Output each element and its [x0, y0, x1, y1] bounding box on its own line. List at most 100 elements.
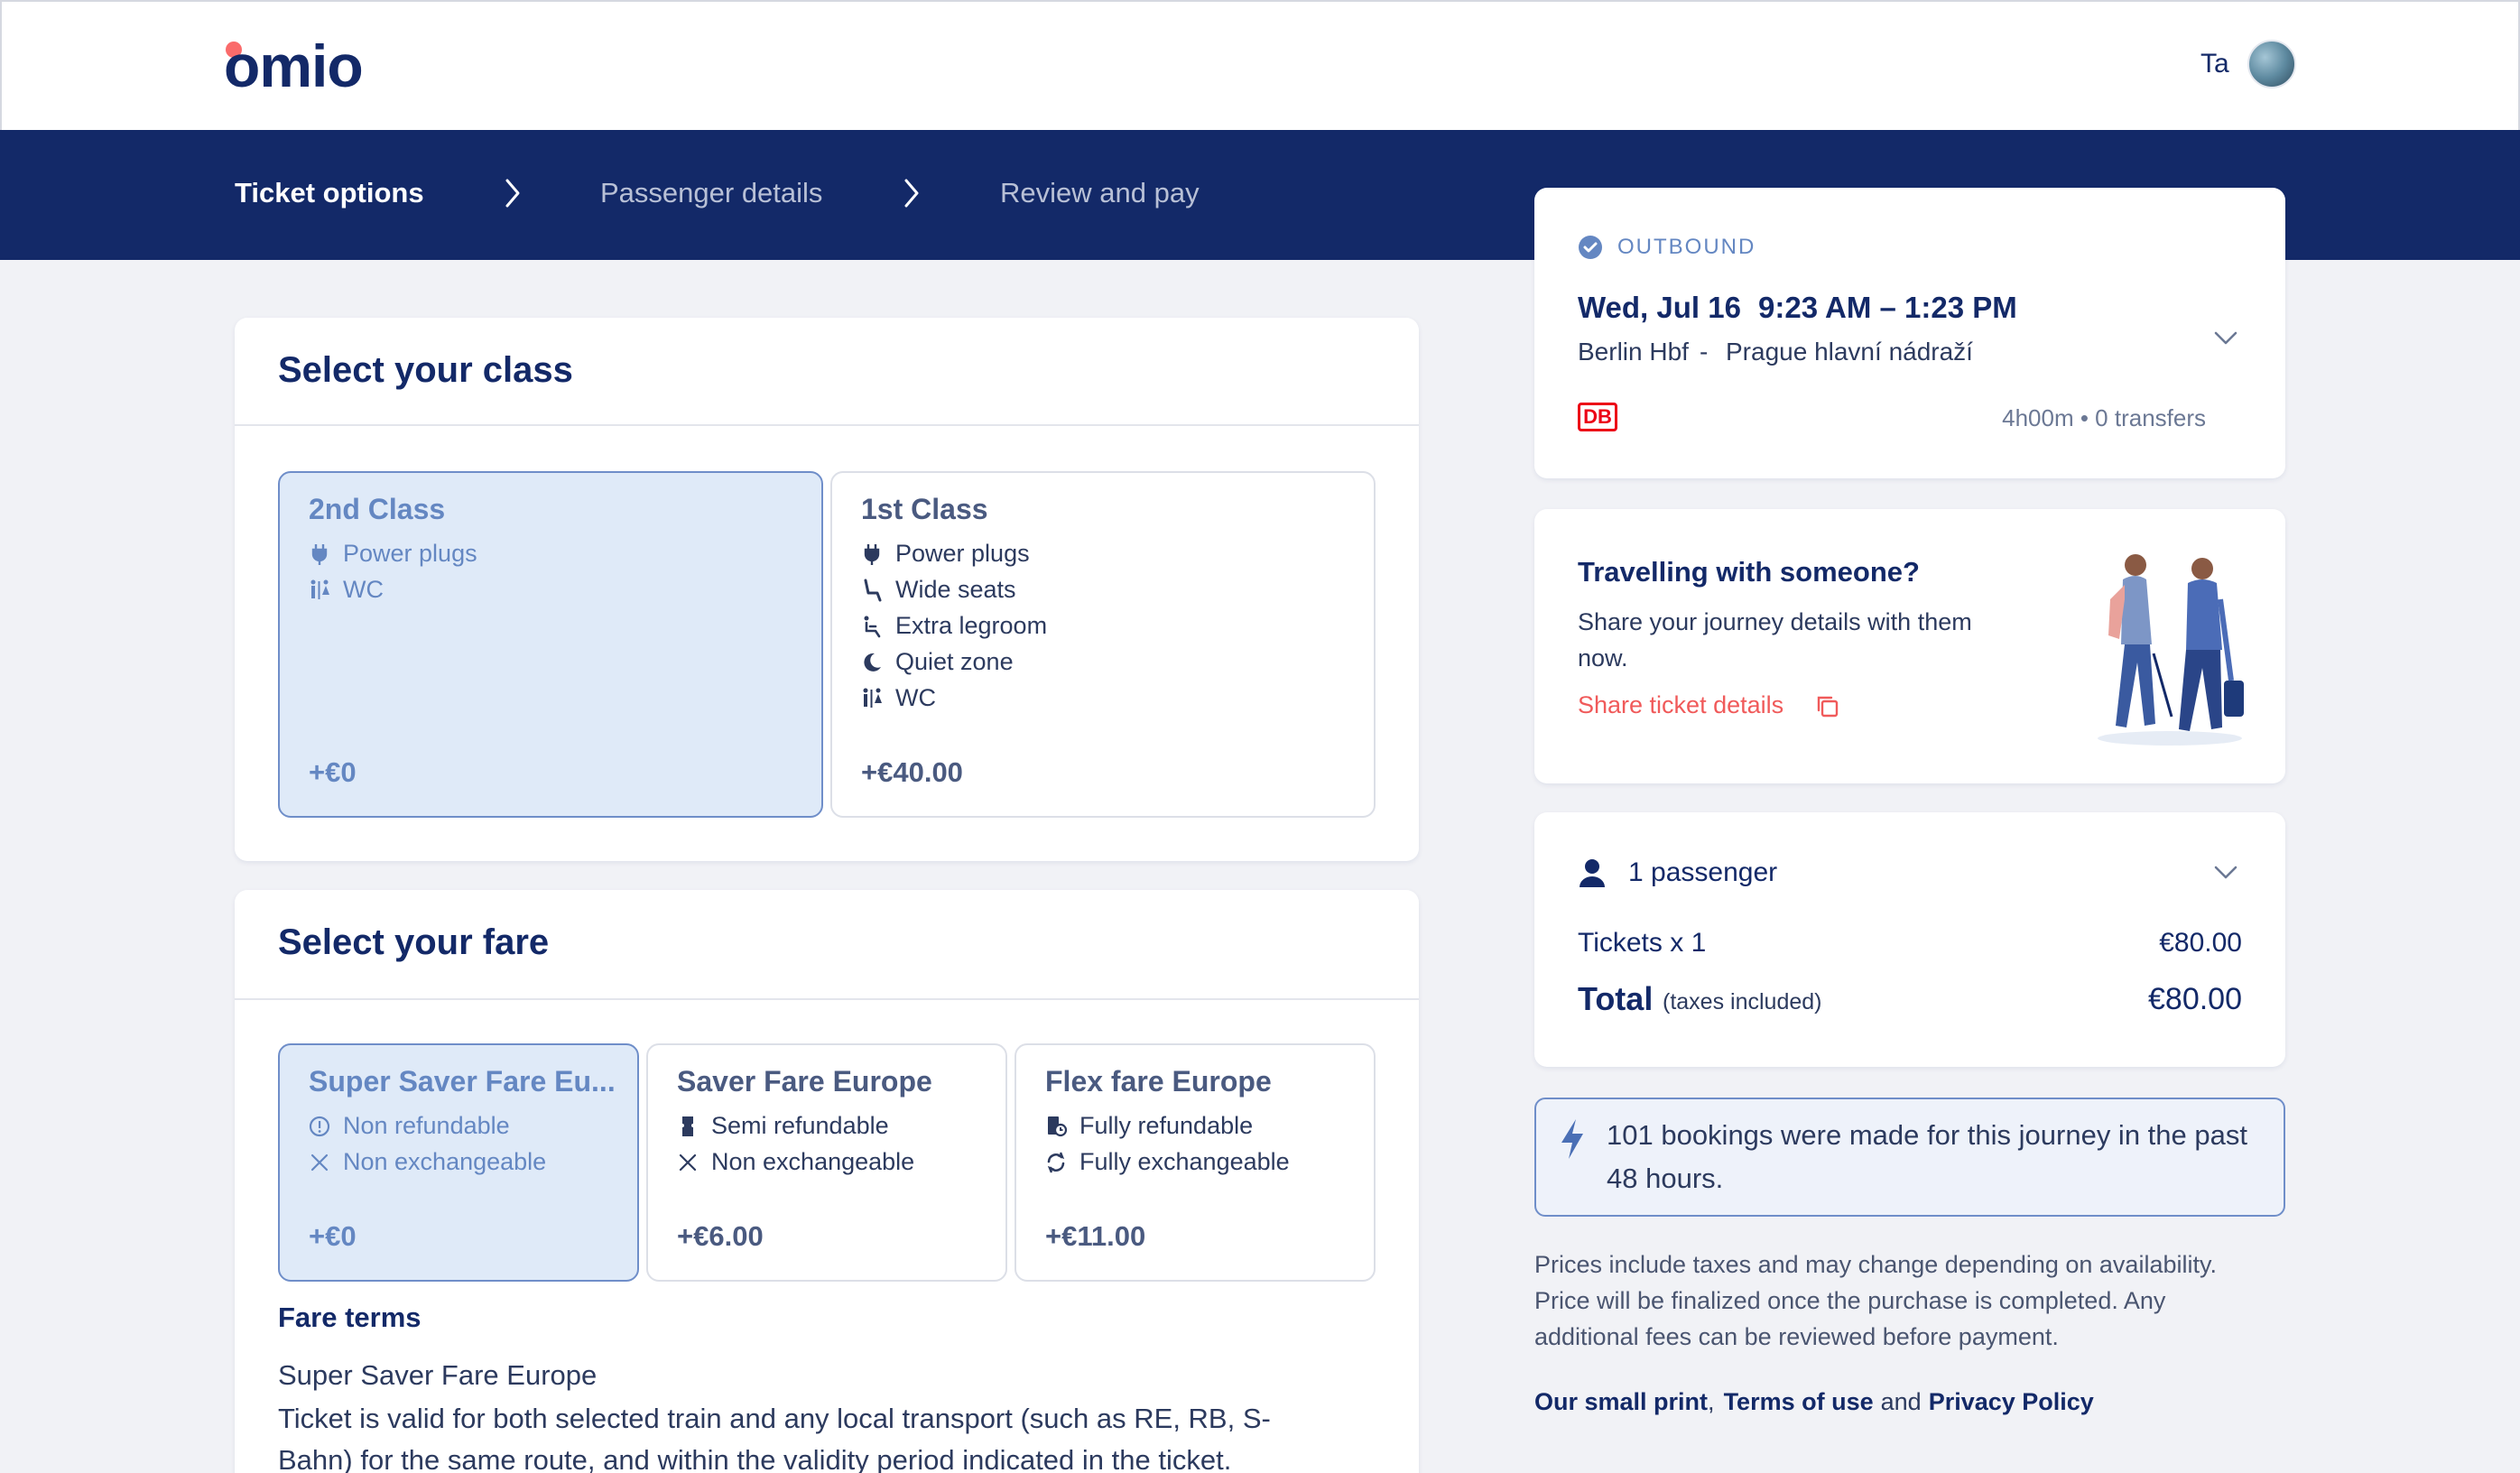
fare-price: +€6.00 [677, 1220, 764, 1252]
check-circle-icon [1579, 236, 1602, 259]
avatar[interactable] [2247, 40, 2296, 88]
feature-label: Quiet zone [895, 648, 1014, 675]
fare-price: +€0 [309, 1220, 357, 1252]
route-separator: - [1700, 338, 1709, 366]
refund-icon [1048, 1116, 1067, 1136]
seat-icon [864, 579, 882, 601]
total-note: (taxes included) [1663, 989, 1822, 1014]
fare-terms-text: Ticket is valid for both selected train … [278, 1403, 1271, 1434]
feature-label: Power plugs [343, 540, 477, 567]
tickets-value: €80.00 [2159, 928, 2242, 958]
terms-of-use-link[interactable]: Terms of use [1724, 1388, 1874, 1416]
class-price: +€40.00 [861, 756, 963, 788]
close-icon [679, 1153, 697, 1171]
price-disclaimer: additional fees can be reviewed before p… [1534, 1323, 2059, 1350]
journey-times: 9:23 AM – 1:23 PM [1758, 291, 2017, 324]
step-passenger-details[interactable]: Passenger details [600, 175, 822, 211]
fare-option-super-saver[interactable]: Super Saver Fare Eu... Non refundable No… [278, 1043, 639, 1282]
fare-section-title: Select your fare [278, 922, 550, 962]
step-review-and-pay[interactable]: Review and pay [1000, 175, 1200, 211]
feature-label: Non exchangeable [711, 1148, 915, 1175]
top-bar: omio Ta [0, 0, 2520, 130]
total-value: €80.00 [2148, 982, 2242, 1016]
share-text: now. [1578, 644, 1628, 672]
price-disclaimer: Prices include taxes and may change depe… [1534, 1251, 2217, 1278]
fare-option-saver[interactable]: Saver Fare Europe Semi refundable Non ex… [646, 1043, 1007, 1282]
feature-item: Non exchangeable [677, 1148, 914, 1176]
step-ticket-options[interactable]: Ticket options [235, 175, 424, 211]
feature-label: Semi refundable [711, 1112, 889, 1139]
passenger-count[interactable]: 1 passenger [1628, 857, 1777, 888]
fare-selection-card: Select your fare Super Saver Fare Eu... … [235, 890, 1419, 1473]
feature-item: Wide seats [861, 576, 1016, 604]
user-initials[interactable]: Ta [2200, 49, 2229, 79]
fare-option-name: Super Saver Fare Eu... [309, 1065, 616, 1098]
chevron-right-icon [505, 179, 520, 208]
notice-text: 48 hours. [1607, 1163, 1724, 1194]
share-text: Share your journey details with them [1578, 608, 1972, 635]
feature-item: Semi refundable [677, 1112, 889, 1140]
booking-activity-notice: 101 bookings were made for this journey … [1534, 1098, 2285, 1217]
tickets-label: Tickets x 1 [1578, 928, 1707, 958]
privacy-policy-link[interactable]: Privacy Policy [1929, 1388, 2094, 1416]
journey-date: Wed, Jul 16 [1578, 291, 1741, 324]
feature-label: Wide seats [895, 576, 1016, 603]
share-journey-card: Travelling with someone? Share your jour… [1534, 509, 2285, 783]
link-separator: , [1708, 1388, 1715, 1415]
chevron-right-icon [904, 179, 919, 208]
chevron-down-icon[interactable] [2211, 323, 2240, 352]
legal-links: Our small print , Terms of use and Priva… [1534, 1388, 2094, 1416]
share-title: Travelling with someone? [1578, 556, 1920, 588]
direction-label: OUTBOUND [1617, 235, 1756, 259]
feature-item: Fully exchangeable [1045, 1148, 1290, 1176]
person-icon [1580, 859, 1605, 887]
fare-option-name: Saver Fare Europe [677, 1065, 932, 1098]
fare-terms-heading: Fare terms [278, 1302, 422, 1333]
class-option-name: 1st Class [861, 493, 988, 525]
fare-price: +€11.00 [1045, 1220, 1146, 1252]
feature-item: Non exchangeable [309, 1148, 546, 1176]
power-plug-icon [864, 543, 880, 565]
feature-label: Extra legroom [895, 612, 1048, 639]
fare-terms-name: Super Saver Fare Europe [278, 1359, 598, 1391]
price-disclaimer: Price will be finalized once the purchas… [1534, 1287, 2166, 1314]
fare-option-flex[interactable]: Flex fare Europe Fully refundable Fully … [1014, 1043, 1376, 1282]
fare-terms-text: Bahn) for the same route, and within the… [278, 1444, 1232, 1473]
close-icon [310, 1153, 329, 1171]
divider [235, 424, 1419, 426]
notice-text: 101 bookings were made for this journey … [1607, 1119, 2247, 1151]
exchange-icon [1047, 1152, 1065, 1172]
moon-icon [864, 653, 881, 672]
class-option-2nd[interactable]: 2nd Class Power plugs WC +€0 [278, 471, 823, 818]
feature-label: WC [895, 684, 936, 711]
feature-item: Non refundable [309, 1112, 510, 1140]
chevron-down-icon[interactable] [2211, 857, 2240, 886]
journey-card[interactable]: OUTBOUND Wed, Jul 16 9:23 AM – 1:23 PM B… [1534, 188, 2285, 478]
divider [235, 998, 1419, 1000]
class-selection-card: Select your class 2nd Class Power plugs … [235, 318, 1419, 861]
arrival-station: Prague hlavní nádraží [1726, 338, 1973, 366]
db-operator-logo: DB [1578, 403, 1617, 431]
feature-label: WC [343, 576, 384, 603]
fare-option-name: Flex fare Europe [1045, 1065, 1272, 1098]
omio-logo[interactable]: omio [224, 36, 364, 96]
lightning-icon [1561, 1119, 1583, 1159]
class-option-name: 2nd Class [309, 493, 446, 525]
journey-duration: 4h00m • 0 transfers [2002, 404, 2206, 431]
feature-item: Power plugs [861, 540, 1030, 568]
class-option-1st[interactable]: 1st Class Power plugs Wide seats Extra l… [830, 471, 1376, 818]
wc-icon [310, 579, 329, 599]
small-print-link[interactable]: Our small print [1534, 1388, 1708, 1416]
copy-icon[interactable] [1814, 693, 1841, 720]
class-price: +€0 [309, 756, 357, 788]
share-ticket-link[interactable]: Share ticket details [1578, 691, 1783, 719]
feature-label: Non refundable [343, 1112, 510, 1139]
feature-item: WC [309, 576, 384, 604]
total-label: Total [1578, 980, 1654, 1017]
feature-label: Non exchangeable [343, 1148, 547, 1175]
feature-item: Extra legroom [861, 612, 1047, 640]
wc-icon [863, 688, 882, 708]
legroom-icon [864, 616, 881, 637]
feature-item: Power plugs [309, 540, 477, 568]
class-section-title: Select your class [278, 350, 573, 390]
